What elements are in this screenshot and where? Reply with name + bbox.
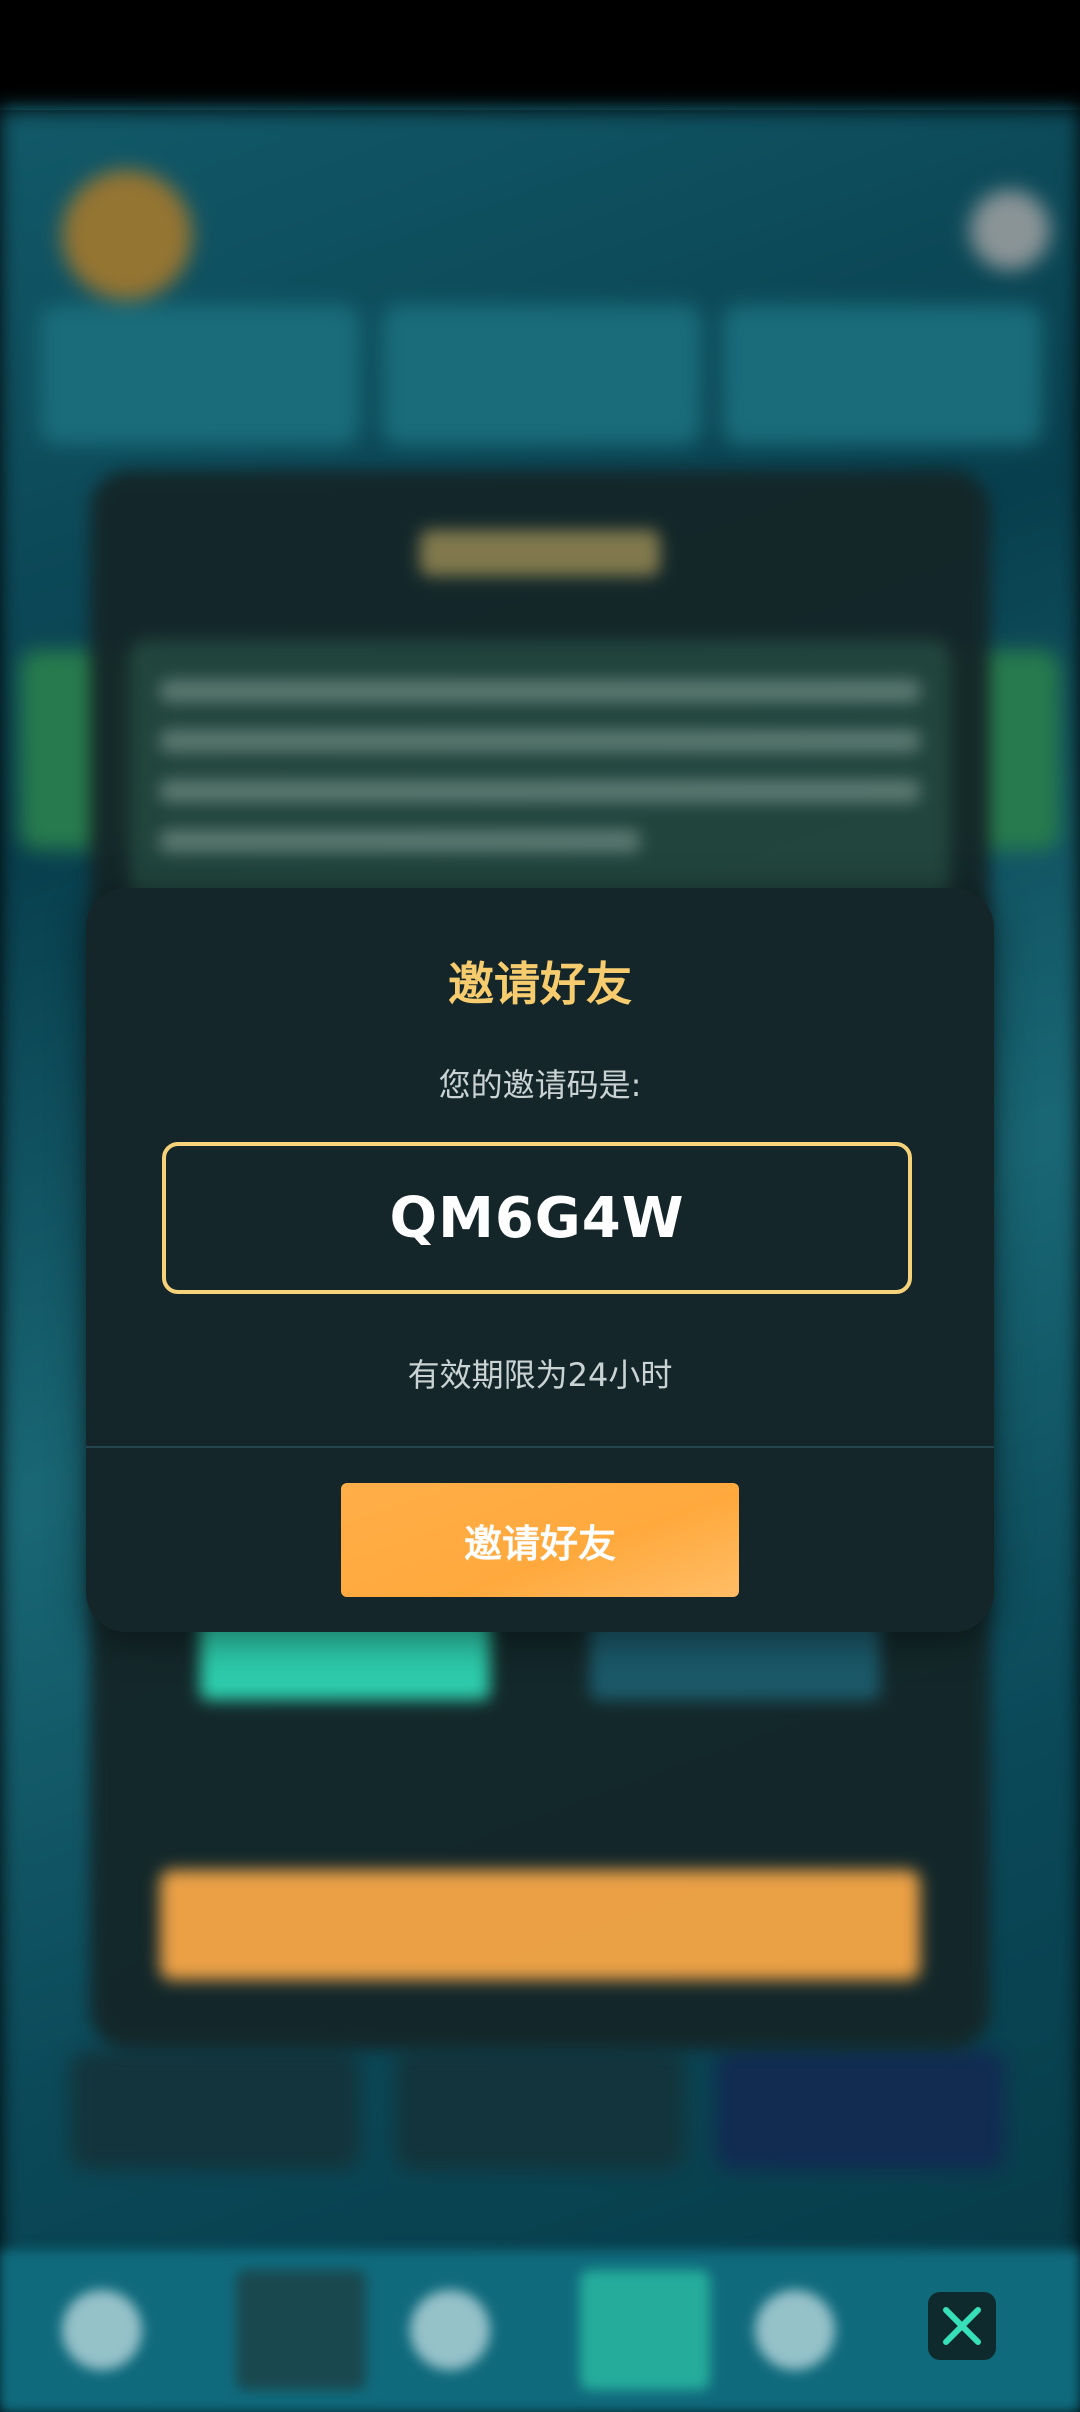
- invite-friends-button[interactable]: 邀请好友: [341, 1483, 739, 1597]
- close-icon: [943, 2307, 981, 2345]
- bottom-nav-blurred: [0, 2250, 1080, 2412]
- status-bar: [0, 0, 1080, 110]
- close-button[interactable]: [928, 2292, 996, 2360]
- invite-code[interactable]: QM6G4W: [390, 1186, 685, 1251]
- invite-friends-dialog: 邀请好友 您的邀请码是: QM6G4W 有效期限为24小时 邀请好友: [86, 888, 994, 1632]
- dialog-title: 邀请好友: [448, 957, 632, 1011]
- invite-code-label: 您的邀请码是:: [438, 1066, 642, 1104]
- invite-code-box[interactable]: QM6G4W: [162, 1142, 912, 1294]
- validity-text: 有效期限为24小时: [407, 1356, 673, 1394]
- divider: [86, 1446, 994, 1448]
- app-screen: 邀请好友 您的邀请码是: QM6G4W 有效期限为24小时 邀请好友: [0, 0, 1080, 2412]
